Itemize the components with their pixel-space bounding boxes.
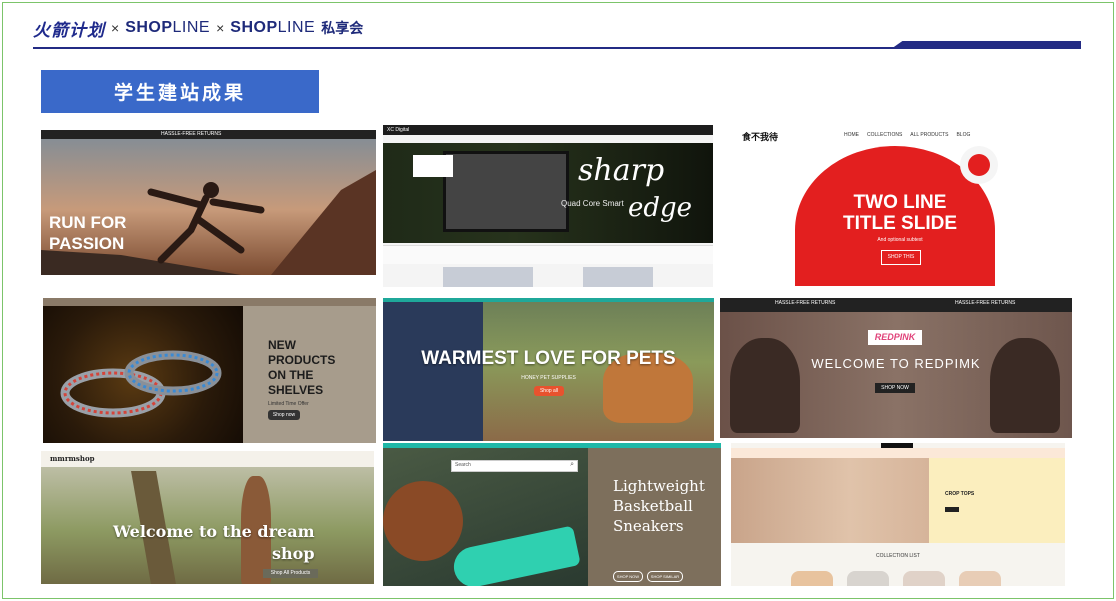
product-card	[583, 267, 653, 287]
hero-headline: WARMEST LOVE FOR PETS	[421, 348, 676, 369]
separator: ×	[216, 20, 225, 36]
search-input[interactable]: Search ⌕	[451, 460, 578, 472]
site-logo: mmrmshop	[50, 454, 95, 463]
announcement-right: HASSLE-FREE RETURNS	[955, 300, 1016, 306]
hero-headline-sharp: sharp	[578, 153, 665, 188]
thumbnail-two-line-title: 食不我待 HOME COLLECTIONS ALL PRODUCTS BLOG …	[720, 126, 1086, 286]
shopline-logo-2: SHOPLINE	[230, 19, 316, 36]
popup-card	[413, 155, 453, 177]
hero-headline: RUN FOR PASSION	[49, 213, 127, 253]
hero-headline: Lightweight Basketball Sneakers	[613, 477, 705, 535]
thumbnail-run-for-passion: HASSLE-FREE RETURNS RUN FOR PASSION	[41, 130, 376, 275]
search-icon[interactable]: ⌕	[570, 461, 574, 469]
nav-collections[interactable]: COLLECTIONS	[867, 132, 902, 138]
site-header	[731, 448, 1065, 458]
separator: ×	[111, 20, 120, 36]
shop-now-button[interactable]: SHOP NOW	[875, 383, 915, 393]
collection-card[interactable]	[959, 571, 1001, 586]
thumbnail-sharp-edge: XC Digital sharp edge Quad Core Smart	[383, 125, 713, 287]
model-photo	[731, 458, 929, 543]
thumbnail-new-products: NEW PRODUCTS ON THE SHELVES Limited Time…	[43, 298, 376, 443]
hero-headline-edge: edge	[628, 193, 693, 223]
nav-home[interactable]: HOME	[844, 132, 859, 138]
shop-now-button[interactable]: Shop now	[268, 410, 300, 420]
promo-headline: CROP TOPS	[945, 491, 975, 497]
site-logo: XC Digital	[387, 127, 410, 133]
product-card	[443, 267, 533, 287]
basketball	[383, 481, 463, 561]
promo-panel	[929, 458, 1065, 543]
collection-list-heading: COLLECTION LIST	[876, 553, 920, 559]
promo-button[interactable]	[945, 507, 959, 512]
thumbnail-warmest-love-pets: WARMEST LOVE FOR PETS HONEY PET SUPPLIES…	[383, 298, 714, 441]
site-logo: REDPINK	[868, 330, 922, 345]
slide: 火箭计划 × SHOPLINE × SHOPLINE 私享会 学生建站成果 HA…	[2, 2, 1114, 599]
site-logo: 食不我待	[742, 132, 779, 142]
thumbnail-redpink: HASSLE-FREE RETURNS HASSLE-FREE RETURNS …	[720, 298, 1072, 438]
feature-strip	[383, 245, 713, 264]
private-club-label: 私享会	[321, 20, 364, 36]
brand-cn-logo: 火箭计划	[33, 20, 105, 41]
shop-this-button[interactable]: SHOP THIS	[881, 250, 921, 265]
hero-headline: WELCOME TO REDPIMK	[811, 356, 981, 371]
header-rule-accent	[891, 41, 1081, 49]
hero-subtitle: Quad Core Smart	[561, 199, 624, 208]
thumbnail-mmrmshop: mmrmshop Welcome to the dream shop Shop …	[41, 451, 374, 584]
hero-subtitle: HONEY PET SUPPLIES	[521, 375, 576, 381]
collection-card[interactable]	[903, 571, 945, 586]
rings-illustration	[60, 350, 222, 418]
shop-all-products-button[interactable]: Shop All Products	[263, 569, 318, 578]
hero-subtitle: Limited Time Offer	[268, 401, 309, 407]
hero-headline: Welcome to the dream shop	[113, 522, 315, 563]
shop-now-button[interactable]: SHOP NOW	[613, 571, 643, 582]
nav-all-products[interactable]: ALL PRODUCTS	[910, 132, 948, 138]
shop-all-button[interactable]: Shop all	[534, 386, 564, 396]
laptop-screen	[443, 151, 569, 232]
model-photo-left	[730, 338, 800, 433]
hero-headline: TWO LINE TITLE SLIDE	[843, 192, 957, 234]
thumbnail-basketball-sneakers: Search ⌕ Lightweight Basketball Sneakers…	[383, 443, 721, 586]
hero-subtitle: And optional subtext	[877, 237, 923, 243]
model-photo-right	[990, 338, 1060, 433]
owner-legs	[383, 302, 483, 441]
nav-blog[interactable]: BLOG	[956, 132, 970, 138]
announcement-bar	[720, 298, 1072, 312]
main-nav: HOME COLLECTIONS ALL PRODUCTS BLOG	[844, 132, 970, 138]
announcement-left: HASSLE-FREE RETURNS	[775, 300, 836, 306]
brand-header: 火箭计划 × SHOPLINE × SHOPLINE 私享会	[33, 17, 364, 41]
shopline-logo: SHOPLINE	[125, 19, 211, 36]
section-title: 学生建站成果	[41, 70, 319, 113]
shop-similar-button[interactable]: SHOP SIMILAR	[647, 571, 683, 582]
collection-card[interactable]	[791, 571, 833, 586]
thumbnail-crop-tops: CROP TOPS COLLECTION LIST	[731, 443, 1065, 586]
hero-red-dot	[968, 154, 990, 176]
hero-headline: NEW PRODUCTS ON THE SHELVES	[268, 338, 336, 397]
site-header	[383, 125, 713, 135]
collection-card[interactable]	[847, 571, 889, 586]
